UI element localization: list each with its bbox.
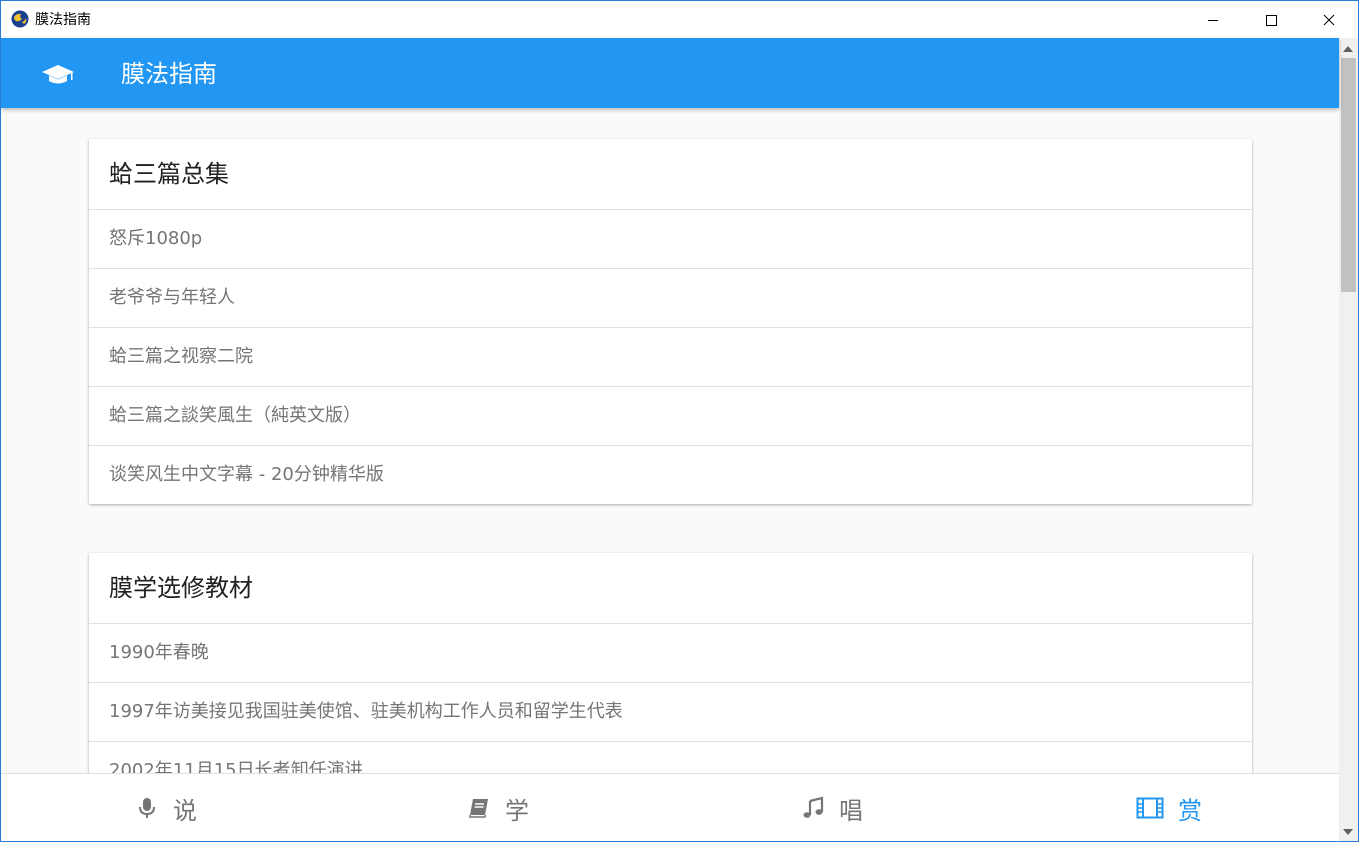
tab-sing[interactable]: 唱 xyxy=(732,774,932,841)
vertical-scrollbar[interactable] xyxy=(1339,38,1358,841)
list-item[interactable]: 老爷爷与年轻人 xyxy=(89,269,1252,328)
close-button[interactable] xyxy=(1300,1,1358,38)
app-logo-icon xyxy=(11,10,29,28)
window-title: 膜法指南 xyxy=(35,12,91,28)
tab-speak[interactable]: 说 xyxy=(66,774,266,841)
bottom-navigation: 说 学 唱 赏 xyxy=(1,773,1339,841)
card-title: 蛤三篇总集 xyxy=(89,139,1252,210)
tab-learn[interactable]: 学 xyxy=(398,774,598,841)
film-icon xyxy=(1136,797,1164,819)
graduation-cap-icon xyxy=(42,65,74,84)
scroll-up-arrow-icon[interactable] xyxy=(1343,46,1353,52)
app-bar: 膜法指南 xyxy=(1,38,1339,108)
list-item[interactable]: 谈笑风生中文字幕 - 20分钟精华版 xyxy=(89,446,1252,504)
list-item[interactable]: 蛤三篇之视察二院 xyxy=(89,328,1252,387)
tab-watch[interactable]: 赏 xyxy=(1069,774,1269,841)
close-icon xyxy=(1323,14,1335,25)
maximize-icon xyxy=(1266,14,1277,26)
tab-label: 赏 xyxy=(1178,796,1202,825)
scroll-down-arrow-icon[interactable] xyxy=(1343,829,1353,835)
page-title: 膜法指南 xyxy=(121,60,217,88)
list-item[interactable]: 1990年春晚 xyxy=(89,624,1252,683)
list-item[interactable]: 怒斥1080p xyxy=(89,210,1252,269)
tab-label: 说 xyxy=(173,796,197,825)
list-item[interactable]: 2002年11月15日长者卸任演讲 xyxy=(89,742,1252,773)
book-icon xyxy=(469,799,488,818)
app-window: 膜法指南 膜法指南 蛤三篇总集 怒斥1080p 老爷爷与年轻人 蛤三篇之视察二院… xyxy=(0,0,1359,842)
minimize-button[interactable] xyxy=(1184,1,1242,38)
title-bar: 膜法指南 xyxy=(1,1,1358,38)
list-item[interactable]: 1997年访美接见我国驻美使馆、驻美机构工作人员和留学生代表 xyxy=(89,683,1252,742)
microphone-icon xyxy=(139,798,155,818)
music-note-icon xyxy=(803,796,824,818)
tab-label: 学 xyxy=(505,796,529,825)
video-card-1: 蛤三篇总集 怒斥1080p 老爷爷与年轻人 蛤三篇之视察二院 蛤三篇之談笑風生（… xyxy=(89,139,1252,504)
content-area[interactable]: 蛤三篇总集 怒斥1080p 老爷爷与年轻人 蛤三篇之视察二院 蛤三篇之談笑風生（… xyxy=(1,108,1339,773)
video-card-2: 膜学选修教材 1990年春晚 1997年访美接见我国驻美使馆、驻美机构工作人员和… xyxy=(89,553,1252,773)
minimize-icon xyxy=(1208,19,1218,21)
maximize-button[interactable] xyxy=(1242,1,1300,38)
tab-label: 唱 xyxy=(839,796,863,825)
card-title: 膜学选修教材 xyxy=(89,553,1252,624)
scrollbar-thumb[interactable] xyxy=(1341,58,1356,292)
list-item[interactable]: 蛤三篇之談笑風生（純英文版） xyxy=(89,387,1252,446)
